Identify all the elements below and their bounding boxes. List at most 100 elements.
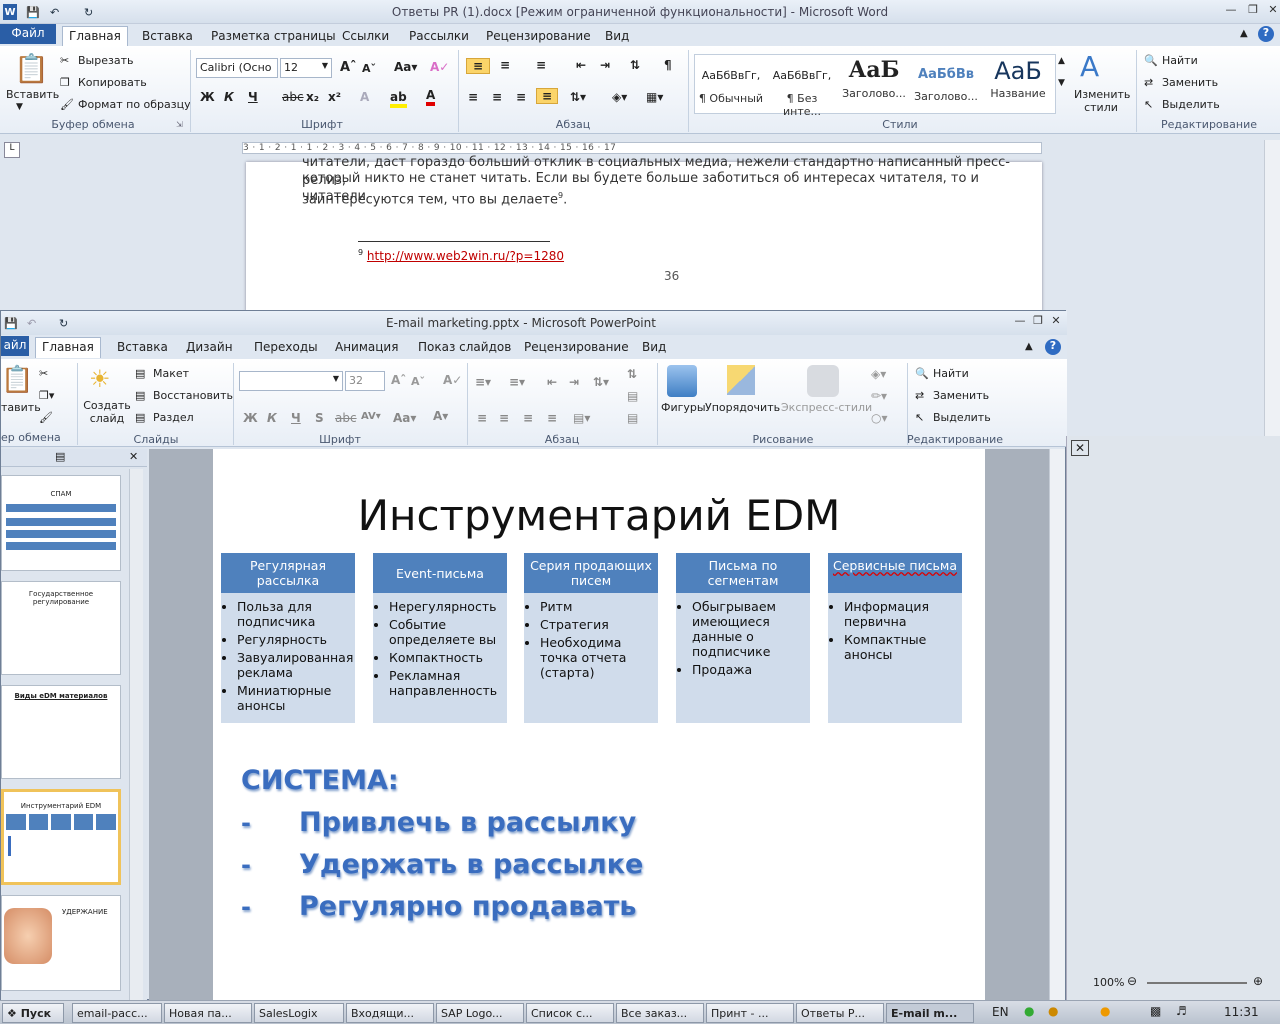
change-case-icon[interactable]: Aa▾ xyxy=(393,411,416,425)
copy-button[interactable]: Копировать xyxy=(78,76,147,89)
ribbon-collapse-icon[interactable]: ▲ xyxy=(1025,341,1033,352)
network-icon[interactable]: ▩ xyxy=(1150,1004,1161,1018)
quick-styles-button[interactable]: Экспресс-стили xyxy=(781,401,872,414)
volume-icon[interactable]: ♬ xyxy=(1176,1004,1187,1018)
replace-icon[interactable]: ⇄ xyxy=(1144,76,1153,89)
tab-insert[interactable]: Вставка xyxy=(111,338,174,357)
section-button[interactable]: Раздел xyxy=(153,411,194,424)
line-spacing-icon[interactable]: ⇅▾ xyxy=(593,375,609,389)
arrange-button[interactable]: Упорядочить xyxy=(705,401,780,414)
paste-icon[interactable]: 📋 xyxy=(14,52,49,85)
bold-icon[interactable]: Ж xyxy=(200,90,215,104)
format-painter-button[interactable]: Формат по образцу xyxy=(78,98,191,111)
align-center-icon[interactable]: ≡ xyxy=(492,90,502,104)
select-button[interactable]: Выделить xyxy=(1162,98,1220,111)
taskbar-item[interactable]: Все заказ... xyxy=(616,1003,704,1023)
slide-thumbnail[interactable]: УДЕРЖАНИЕ xyxy=(1,895,121,991)
character-spacing-icon[interactable]: AV▾ xyxy=(361,411,381,422)
grow-font-icon[interactable]: Aˆ xyxy=(391,373,406,387)
taskbar-item[interactable]: SalesLogix xyxy=(254,1003,344,1023)
style-heading-2[interactable]: АаБбВв Заголово... xyxy=(911,57,981,111)
zoom-slider[interactable] xyxy=(1147,982,1247,984)
shading-icon[interactable]: ◈▾ xyxy=(612,90,627,104)
align-left-icon[interactable]: ≡ xyxy=(477,411,487,425)
system-bullet[interactable]: Привлечь в рассылку xyxy=(299,807,636,838)
decrease-indent-icon[interactable]: ⇤ xyxy=(576,58,586,72)
outline-tab-icon[interactable]: ▤ xyxy=(55,450,65,463)
select-button[interactable]: Выделить xyxy=(933,411,991,424)
copy-icon[interactable]: ❐ xyxy=(60,76,70,89)
bold-icon[interactable]: Ж xyxy=(243,411,258,425)
tab-home[interactable]: Главная xyxy=(62,26,128,47)
font-size-field[interactable]: 32 xyxy=(345,371,385,391)
copy-icon[interactable]: ❐▾ xyxy=(39,389,54,402)
grow-font-icon[interactable]: Aˆ xyxy=(340,60,357,75)
smartart-column[interactable]: Регулярная рассылка Польза для подписчик… xyxy=(221,553,355,723)
smartart-column[interactable]: Письма по сегментам Обыгрываем имеющиеся… xyxy=(676,553,810,723)
system-bullet[interactable]: Удержать в рассылке xyxy=(299,849,643,880)
tab-animations[interactable]: Анимация xyxy=(329,338,404,357)
find-icon[interactable]: 🔍 xyxy=(915,367,929,380)
tab-insert[interactable]: Вставка xyxy=(136,27,199,46)
slide-editor-canvas[interactable]: Инструментарий EDM Регулярная рассылка П… xyxy=(149,449,1065,1001)
bullets-icon[interactable]: ≡▾ xyxy=(475,375,491,389)
close-icon[interactable]: ✕ xyxy=(1045,314,1067,330)
line-spacing-icon[interactable]: ⇅▾ xyxy=(570,90,586,104)
cut-icon[interactable]: ✂ xyxy=(60,54,69,67)
tab-review[interactable]: Рецензирование xyxy=(518,338,635,357)
cut-icon[interactable]: ✂ xyxy=(39,367,48,380)
slide-thumbnail-selected[interactable]: Инструментарий EDM xyxy=(1,789,121,885)
smartart-column[interactable]: Серия продающих писем Ритм Стратегия Нео… xyxy=(524,553,658,723)
reset-button[interactable]: Восстановить xyxy=(153,389,233,402)
font-color-icon[interactable]: A▾ xyxy=(433,409,448,423)
tab-view[interactable]: Вид xyxy=(636,338,672,357)
help-icon[interactable]: ? xyxy=(1045,339,1061,355)
style-title[interactable]: АаБ Название xyxy=(983,57,1053,111)
tab-view[interactable]: Вид xyxy=(599,27,635,46)
superscript-icon[interactable]: x² xyxy=(328,90,341,104)
underline-icon[interactable]: Ч xyxy=(248,90,258,104)
shape-effects-icon[interactable]: ○▾ xyxy=(871,411,888,425)
taskbar-item[interactable]: Входящи... xyxy=(346,1003,434,1023)
restore-icon[interactable]: ❐ xyxy=(1242,3,1264,19)
slide-thumbnails-pane[interactable]: ▤ ✕ СПАМ Государственное регулирование В… xyxy=(1,449,147,1001)
strikethrough-icon[interactable]: abc xyxy=(335,411,357,425)
style-heading-1[interactable]: АаБ Заголово... xyxy=(839,57,909,111)
zoom-out-icon[interactable]: ⊖ xyxy=(1127,974,1137,988)
highlight-icon[interactable]: ab xyxy=(390,90,407,108)
justify-icon[interactable]: ≡ xyxy=(547,411,557,425)
clear-formatting-icon[interactable]: A✓ xyxy=(443,373,462,387)
system-heading[interactable]: СИСТЕМА: xyxy=(241,765,399,796)
align-left-icon[interactable]: ≡ xyxy=(468,90,478,104)
tray-icon[interactable]: ● xyxy=(1024,1004,1034,1018)
horizontal-ruler[interactable]: 3 · 1 · 2 · 1 · 1 · 2 · 3 · 4 · 5 · 6 · … xyxy=(242,142,1042,154)
layout-icon[interactable]: ▤ xyxy=(135,367,145,380)
taskbar-item[interactable]: Новая па... xyxy=(164,1003,252,1023)
paste-button[interactable]: Вставить xyxy=(6,88,59,101)
sort-icon[interactable]: ⇅ xyxy=(630,58,640,72)
tab-home[interactable]: Главная xyxy=(35,337,101,358)
tab-file[interactable]: айл xyxy=(1,336,29,356)
align-text-icon[interactable]: ▤ xyxy=(627,389,638,403)
quick-styles-icon[interactable] xyxy=(807,365,839,397)
tab-mailings[interactable]: Рассылки xyxy=(403,27,475,46)
align-center-icon[interactable]: ≡ xyxy=(499,411,509,425)
zoom-in-icon[interactable]: ⊕ xyxy=(1253,974,1263,988)
help-icon[interactable]: ? xyxy=(1258,26,1274,42)
taskbar-item[interactable]: Ответы Р... xyxy=(796,1003,884,1023)
replace-button[interactable]: Заменить xyxy=(1162,76,1218,89)
tab-file[interactable]: Файл xyxy=(0,24,56,44)
numbering-icon[interactable]: ≡▾ xyxy=(509,375,525,389)
find-button[interactable]: Найти xyxy=(933,367,969,380)
reset-icon[interactable]: ▤ xyxy=(135,389,145,402)
show-formatting-icon[interactable]: ¶ xyxy=(664,58,672,72)
shape-outline-icon[interactable]: ✏▾ xyxy=(871,389,887,403)
slide-thumbnail[interactable]: Виды eDM материалов xyxy=(1,685,121,779)
format-painter-icon[interactable]: 🖌 xyxy=(39,411,53,424)
slide[interactable]: Инструментарий EDM Регулярная рассылка П… xyxy=(213,449,985,1001)
font-name-field[interactable]: ▼ xyxy=(239,371,343,391)
tab-review[interactable]: Рецензирование xyxy=(480,27,597,46)
new-slide-icon[interactable]: ☀ xyxy=(89,365,111,393)
bullets-icon[interactable]: ≡ xyxy=(466,58,490,74)
change-case-icon[interactable]: Aa▾ xyxy=(394,60,417,74)
